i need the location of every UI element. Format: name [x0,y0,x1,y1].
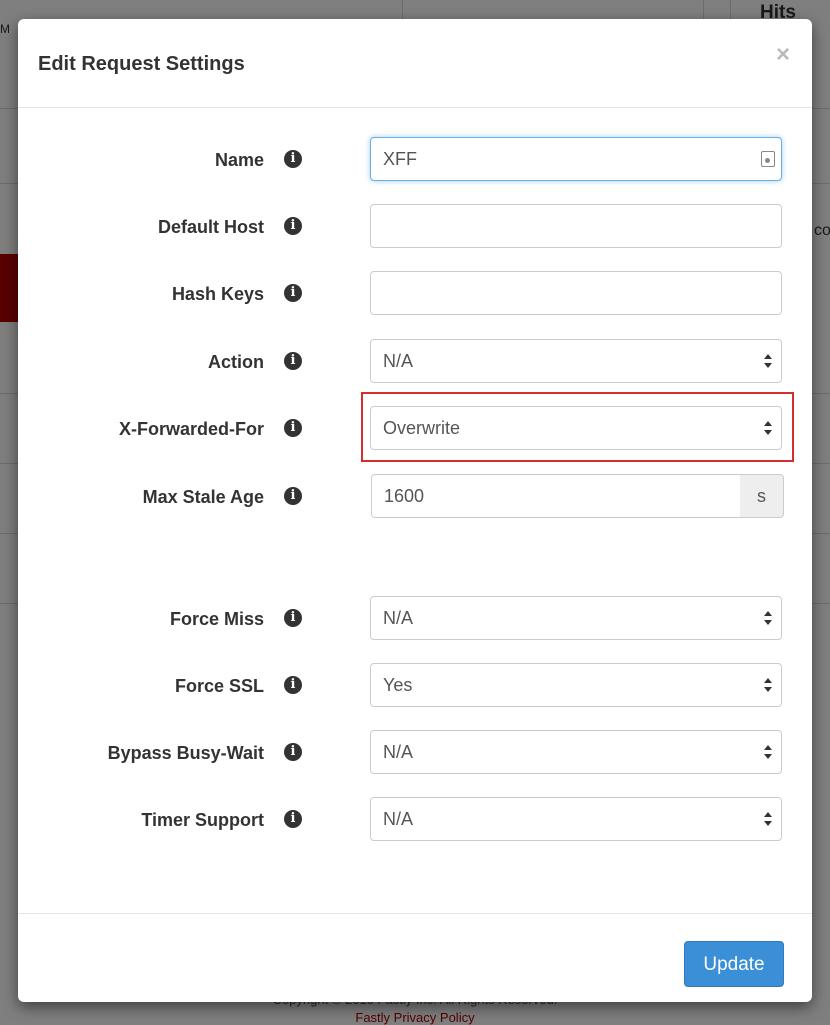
force-ssl-label: Force SSL [174,676,264,696]
select-arrows-icon [764,421,772,435]
form-row-bypass-busy-wait: Bypass Busy-Wait i N/A [18,730,812,776]
force-miss-label: Force Miss [169,609,264,629]
form-row-force-miss: Force Miss i N/A [18,596,812,642]
max-stale-age-input[interactable]: 1600 [371,474,742,518]
action-label: Action [208,352,264,372]
info-icon[interactable]: i [284,743,302,761]
x-forwarded-for-label: X-Forwarded-For [118,419,264,439]
info-icon[interactable]: i [284,352,302,370]
modal-header: Edit Request Settings × [18,19,812,108]
info-icon[interactable]: i [284,676,302,694]
modal-footer: Update [18,913,812,1003]
name-input[interactable]: XFF [370,137,782,181]
info-icon[interactable]: i [284,419,302,437]
update-button[interactable]: Update [684,941,784,987]
info-icon[interactable]: i [284,150,302,168]
force-miss-select[interactable]: N/A [370,596,782,640]
default-host-label: Default Host [157,217,264,237]
form-row-timer-support: Timer Support i N/A [18,797,812,843]
select-arrows-icon [764,745,772,759]
action-select[interactable]: N/A [370,339,782,383]
force-ssl-value: Yes [383,675,413,695]
max-stale-age-label: Max Stale Age [142,487,264,507]
force-miss-value: N/A [383,608,414,628]
max-stale-age-value: 1600 [384,486,425,506]
hash-keys-input[interactable] [370,271,782,315]
timer-support-select[interactable]: N/A [370,797,782,841]
form-row-hash-keys: Hash Keys i [18,271,812,317]
name-value: XFF [383,149,417,169]
hash-keys-label: Hash Keys [171,284,264,304]
bypass-busy-wait-label: Bypass Busy-Wait [107,743,264,763]
form-row-x-forwarded-for: X-Forwarded-For i Overwrite [18,406,812,452]
bypass-busy-wait-value: N/A [383,742,414,762]
info-icon[interactable]: i [284,810,302,828]
default-host-input[interactable] [370,204,782,248]
contact-card-icon[interactable] [761,151,775,167]
select-arrows-icon [764,678,772,692]
force-ssl-select[interactable]: Yes [370,663,782,707]
select-arrows-icon [764,812,772,826]
info-icon[interactable]: i [284,284,302,302]
info-icon[interactable]: i [284,609,302,627]
close-button[interactable]: × [776,41,790,69]
timer-support-label: Timer Support [141,810,264,830]
edit-request-settings-modal: Edit Request Settings × Name i XFF Defau… [18,19,812,1002]
select-arrows-icon [764,354,772,368]
modal-title: Edit Request Settings [38,53,245,75]
action-value: N/A [383,351,414,371]
name-label: Name [214,150,264,170]
bypass-busy-wait-select[interactable]: N/A [370,730,782,774]
x-forwarded-for-value: Overwrite [383,418,461,438]
seconds-unit-addon: s [740,474,784,518]
form-row-max-stale-age: Max Stale Age i 1600 s [18,474,812,520]
form-row-default-host: Default Host i [18,204,812,250]
info-icon[interactable]: i [284,217,302,235]
form-row-name: Name i XFF [18,137,812,183]
form-row-force-ssl: Force SSL i Yes [18,663,812,709]
select-arrows-icon [764,611,772,625]
form-row-action: Action i N/A [18,339,812,385]
x-forwarded-for-select[interactable]: Overwrite [370,406,782,450]
timer-support-value: N/A [383,809,414,829]
info-icon[interactable]: i [284,487,302,505]
